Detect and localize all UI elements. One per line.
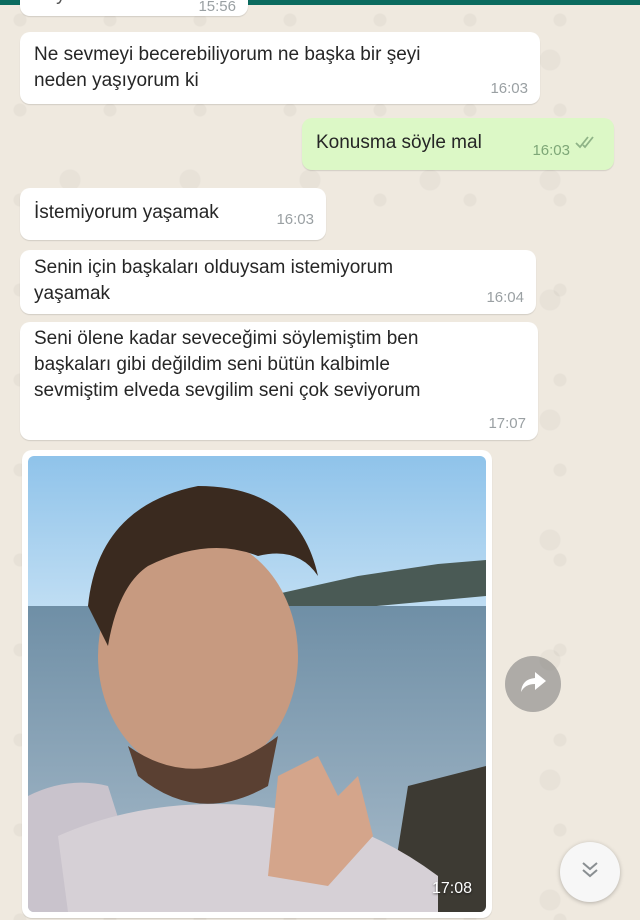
- photo-time: 17:08: [431, 880, 472, 897]
- message-time: 16:03: [490, 80, 528, 97]
- photo-message-bubble[interactable]: 17:08: [22, 450, 492, 918]
- message-text: Senin için başkaları olduysam istemiyoru…: [34, 257, 394, 304]
- message-time: 16:03: [276, 211, 314, 228]
- double-check-icon: [574, 132, 600, 158]
- message-bubble[interactable]: Seni ölene kadar seveceğimi söylemiştim …: [20, 322, 538, 440]
- forward-arrow-icon: [519, 670, 547, 699]
- message-time: 16:03: [532, 142, 570, 159]
- message-bubble[interactable]: Senin için başkaları olduysam istemiyoru…: [20, 250, 536, 314]
- message-text: İstemiyorum yaşamak: [34, 202, 219, 223]
- message-time: 15:56: [198, 0, 236, 15]
- message-time: 16:04: [486, 289, 524, 306]
- outgoing-message-bubble[interactable]: Konusma söyle mal 16:03: [302, 118, 614, 170]
- message-text: Zayıf Maraduk: [34, 0, 155, 8]
- message-text: Konusma söyle mal: [316, 132, 482, 153]
- message-bubble[interactable]: İstemiyorum yaşamak 16:03: [20, 188, 326, 240]
- scroll-to-bottom-button[interactable]: [560, 842, 620, 902]
- message-bubble[interactable]: Ne sevmeyi becerebiliyorum ne başka bir …: [20, 32, 540, 104]
- message-text: Ne sevmeyi becerebiliyorum ne başka bir …: [34, 44, 421, 91]
- forward-button[interactable]: [505, 656, 561, 712]
- shared-photo[interactable]: 17:08: [28, 456, 486, 912]
- message-bubble[interactable]: Zayıf Maraduk 15:56: [20, 0, 248, 16]
- message-text: Seni ölene kadar seveceğimi söylemiştim …: [34, 328, 421, 401]
- double-chevron-down-icon: [579, 859, 601, 886]
- message-time: 17:07: [488, 415, 526, 432]
